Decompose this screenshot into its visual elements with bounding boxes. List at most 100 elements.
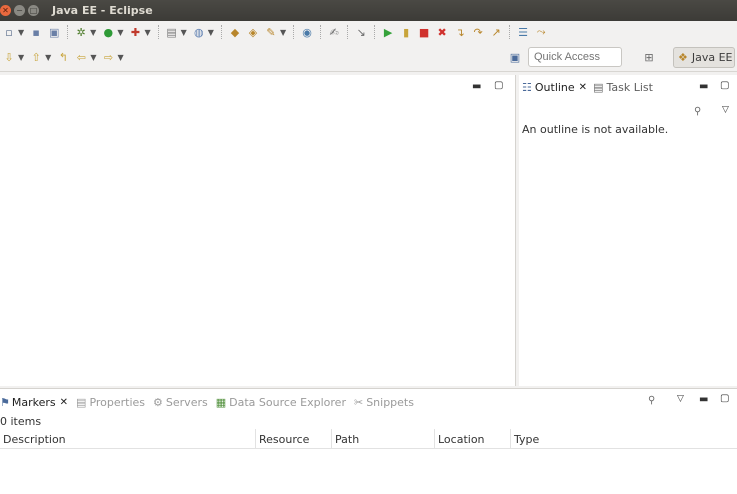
view-icon[interactable]: ▣ (508, 50, 522, 64)
outline-view: ☷ Outline ✕ ▤ Task List ▬ ▢ ⚲ ▽ An outli… (519, 75, 737, 386)
column-header-path[interactable]: Path (332, 429, 435, 449)
previous-annotation-icon[interactable]: ⇧ (29, 50, 43, 64)
maximize-icon[interactable]: ▢ (494, 80, 503, 91)
secondary-toolbar: ⇩ ▼ ⇧ ▼ ↰ ⇦ ▼ ⇨ ▼ (0, 43, 737, 72)
save-icon[interactable]: ▪ (29, 25, 43, 39)
tab-label: Properties (89, 395, 146, 409)
drop-to-frame-icon[interactable]: ☰ (516, 25, 530, 39)
run-icon[interactable]: ● (101, 25, 115, 39)
browser-icon[interactable]: ◉ (300, 25, 314, 39)
new-server-icon[interactable]: ▤ (165, 25, 179, 39)
column-header-type[interactable]: Type (511, 429, 737, 449)
chevron-down-icon[interactable]: ▼ (45, 53, 51, 62)
focus-active-task-icon[interactable]: ⚲ (694, 106, 701, 117)
column-header-description[interactable]: Description (0, 429, 256, 449)
back-icon[interactable]: ⇦ (74, 50, 88, 64)
tab-label: Outline (534, 80, 575, 94)
open-task-icon[interactable]: ◈ (246, 25, 260, 39)
tab-label: Servers (165, 395, 208, 409)
tab-data-source-explorer[interactable]: ▦ Data Source Explorer (216, 396, 346, 409)
filter-icon[interactable]: ⚲ (648, 395, 655, 406)
chevron-down-icon[interactable]: ▼ (208, 28, 214, 37)
toolbar-separator (67, 25, 69, 39)
open-perspective-icon[interactable]: ⊞ (642, 50, 656, 64)
tab-label: Markers (11, 395, 56, 409)
tab-task-list[interactable]: ▤ Task List (590, 75, 656, 99)
bottom-tab-bar: ⚑ Markers ✕ ▤ Properties ⚙ Servers ▦ Dat… (0, 393, 422, 411)
column-label: Path (335, 432, 360, 446)
toolbar-separator (374, 25, 376, 39)
maximize-icon[interactable]: ▢ (720, 80, 729, 91)
chevron-down-icon[interactable]: ▼ (181, 28, 187, 37)
disconnect-icon[interactable]: ✖ (435, 25, 449, 39)
debug-icon[interactable]: ✲ (74, 25, 88, 39)
editor-area[interactable]: ▬ ▢ (0, 75, 516, 386)
minimize-icon[interactable]: ▬ (472, 81, 481, 92)
column-header-location[interactable]: Location (435, 429, 511, 449)
new-web-icon[interactable]: ◍ (192, 25, 206, 39)
maximize-icon[interactable]: ▢ (720, 393, 729, 404)
column-label: Type (514, 432, 540, 446)
maximize-window-button[interactable]: □ (28, 5, 39, 16)
minimize-icon[interactable]: ▬ (699, 81, 708, 92)
suspend-icon[interactable]: ▮ (399, 25, 413, 39)
minimize-window-button[interactable]: − (14, 5, 25, 16)
column-label: Description (3, 432, 66, 446)
close-icon[interactable]: ✕ (60, 397, 68, 408)
toolbar-separator (347, 25, 349, 39)
quick-access-input[interactable] (528, 47, 622, 67)
outline-icon: ☷ (522, 80, 532, 94)
chevron-down-icon[interactable]: ▼ (90, 53, 96, 62)
tab-label: Data Source Explorer (229, 395, 346, 409)
tab-label: Task List (606, 80, 653, 94)
pin-icon[interactable]: ↘ (354, 25, 368, 39)
chevron-down-icon[interactable]: ▼ (18, 28, 24, 37)
last-edit-location-icon[interactable]: ↰ (56, 50, 70, 64)
step-over-icon[interactable]: ↷ (471, 25, 485, 39)
bottom-panel: ⚑ Markers ✕ ▤ Properties ⚙ Servers ▦ Dat… (0, 388, 737, 494)
run-external-tool-icon[interactable]: ✚ (128, 25, 142, 39)
data-source-icon: ▦ (215, 395, 227, 409)
view-menu-icon[interactable]: ▽ (677, 394, 684, 404)
outline-tab-bar: ☷ Outline ✕ ▤ Task List (519, 75, 656, 99)
tab-properties[interactable]: ▤ Properties (76, 396, 145, 409)
terminate-icon[interactable]: ■ (417, 25, 431, 39)
perspective-java-ee-button[interactable]: ❖ Java EE (673, 47, 735, 68)
chevron-down-icon[interactable]: ▼ (144, 28, 150, 37)
chevron-down-icon[interactable]: ▼ (280, 28, 286, 37)
search-icon[interactable]: ✎ (264, 25, 278, 39)
minimize-icon[interactable]: ▬ (699, 394, 708, 405)
tab-outline[interactable]: ☷ Outline ✕ (519, 75, 591, 99)
chevron-down-icon[interactable]: ▼ (117, 53, 123, 62)
close-window-button[interactable]: ✕ (0, 5, 11, 16)
toolbar-separator (509, 25, 511, 39)
window-titlebar: ✕ − □ Java EE - Eclipse (0, 0, 737, 21)
column-label: Resource (259, 432, 310, 446)
markers-table-header: Description Resource Path Location Type (0, 429, 737, 449)
step-return-icon[interactable]: ↗ (489, 25, 503, 39)
tab-markers[interactable]: ⚑ Markers ✕ (0, 396, 68, 409)
chevron-down-icon[interactable]: ▼ (18, 53, 24, 62)
open-type-icon[interactable]: ◆ (228, 25, 242, 39)
step-into-icon[interactable]: ↴ (453, 25, 467, 39)
new-icon[interactable]: ▫ (2, 25, 16, 39)
view-menu-icon[interactable]: ▽ (722, 105, 729, 115)
main-toolbar: ▫ ▼ ▪ ▣ ✲ ▼ ● ▼ ✚ ▼ ▤ ▼ ◍ ▼ ◆ ◈ ✎ ▼ ◉ ✍ ↘ ▶ ▮ ■… (0, 21, 737, 43)
annotation-icon[interactable]: ✍ (327, 25, 341, 39)
column-header-resource[interactable]: Resource (256, 429, 332, 449)
chevron-down-icon[interactable]: ▼ (117, 28, 123, 37)
resume-icon[interactable]: ▶ (381, 25, 395, 39)
close-icon[interactable]: ✕ (579, 82, 587, 93)
task-list-icon: ▤ (593, 80, 604, 94)
items-count: 0 items (0, 415, 42, 428)
next-annotation-icon[interactable]: ⇩ (2, 50, 16, 64)
use-step-filters-icon[interactable]: ⤳ (534, 25, 548, 39)
servers-icon: ⚙ (153, 395, 163, 409)
save-all-icon[interactable]: ▣ (47, 25, 61, 39)
properties-icon: ▤ (76, 395, 87, 409)
tab-servers[interactable]: ⚙ Servers (153, 396, 208, 409)
forward-icon[interactable]: ⇨ (101, 50, 115, 64)
markers-icon: ⚑ (0, 395, 10, 409)
chevron-down-icon[interactable]: ▼ (90, 28, 96, 37)
tab-snippets[interactable]: ✂ Snippets (354, 396, 414, 409)
